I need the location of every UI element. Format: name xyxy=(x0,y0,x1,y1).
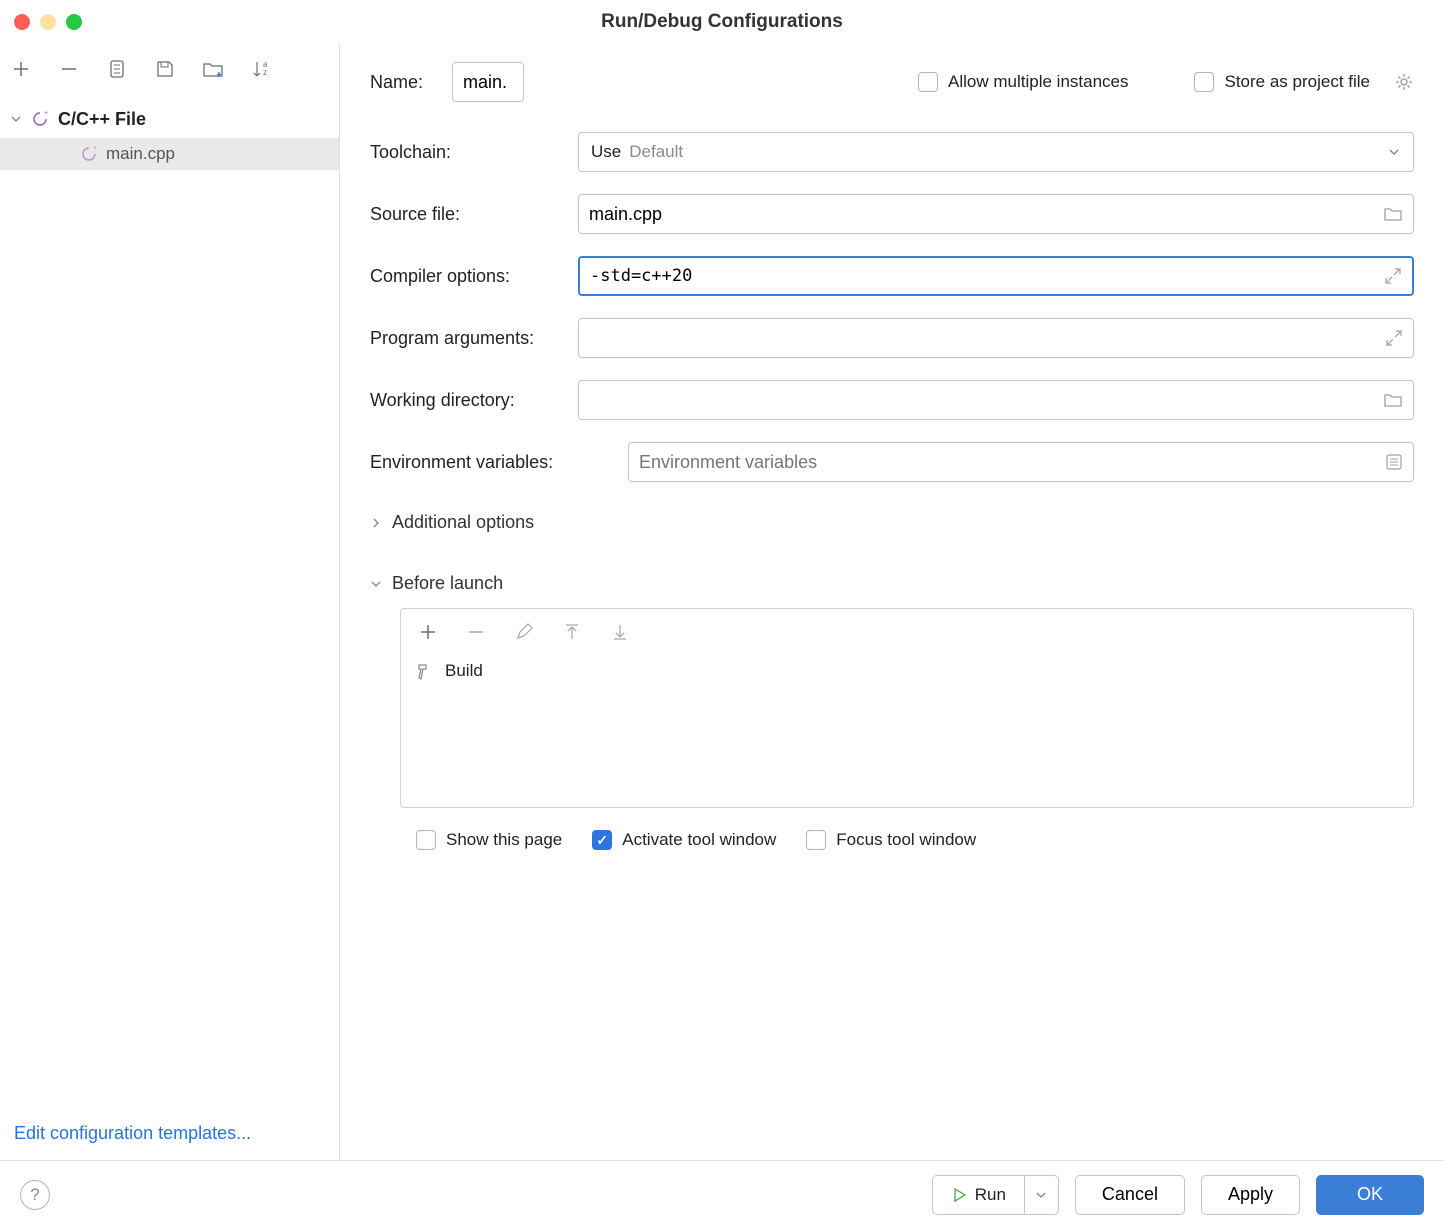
remove-task-icon[interactable] xyxy=(463,619,489,645)
cpp-file-icon: + xyxy=(80,144,100,164)
save-config-icon[interactable] xyxy=(152,56,178,82)
store-project-checkbox[interactable]: Store as project file xyxy=(1194,72,1370,92)
toolchain-value: Default xyxy=(629,142,683,162)
compiler-options-label: Compiler options: xyxy=(370,266,560,287)
cpp-file-icon: + xyxy=(30,108,52,130)
svg-text:z: z xyxy=(263,68,267,77)
store-project-label: Store as project file xyxy=(1224,72,1370,92)
before-launch-section[interactable]: Before launch xyxy=(370,573,1414,594)
checkbox-icon xyxy=(592,830,612,850)
show-page-label: Show this page xyxy=(446,830,562,850)
before-launch-label: Before launch xyxy=(392,573,503,594)
gear-icon[interactable] xyxy=(1394,72,1414,92)
source-file-input[interactable] xyxy=(589,204,1403,225)
sidebar: az + C/C++ File + main.cpp Edit configur… xyxy=(0,44,340,1160)
env-vars-wrapper xyxy=(628,442,1414,482)
allow-multiple-label: Allow multiple instances xyxy=(948,72,1128,92)
chevron-down-icon xyxy=(370,578,384,590)
copy-config-icon[interactable] xyxy=(104,56,130,82)
list-icon[interactable] xyxy=(1385,453,1403,471)
svg-text:+: + xyxy=(93,145,97,152)
focus-tool-label: Focus tool window xyxy=(836,830,976,850)
toolchain-label: Toolchain: xyxy=(370,142,560,163)
focus-tool-checkbox[interactable]: Focus tool window xyxy=(806,830,976,850)
expand-icon[interactable] xyxy=(1384,267,1402,285)
tree-group[interactable]: + C/C++ File xyxy=(0,104,339,134)
allow-multiple-checkbox[interactable]: Allow multiple instances xyxy=(918,72,1128,92)
sidebar-toolbar: az xyxy=(0,44,339,94)
svg-text:+: + xyxy=(44,110,48,117)
run-label: Run xyxy=(975,1185,1006,1205)
checkbox-icon xyxy=(416,830,436,850)
form-panel: Name: Allow multiple instances Store as … xyxy=(340,44,1444,1160)
caret-down-icon xyxy=(10,113,24,125)
sort-alpha-icon[interactable]: az xyxy=(248,56,274,82)
env-vars-label: Environment variables: xyxy=(370,452,610,473)
chevron-right-icon xyxy=(370,517,384,529)
edit-templates-link[interactable]: Edit configuration templates... xyxy=(0,1107,339,1160)
tree-group-label: C/C++ File xyxy=(58,109,146,130)
program-arguments-input[interactable] xyxy=(589,328,1403,349)
config-tree: + C/C++ File + main.cpp xyxy=(0,94,339,1107)
activate-tool-label: Activate tool window xyxy=(622,830,776,850)
checkbox-icon xyxy=(1194,72,1214,92)
move-up-icon[interactable] xyxy=(559,619,585,645)
compiler-options-wrapper xyxy=(578,256,1414,296)
activate-tool-checkbox[interactable]: Activate tool window xyxy=(592,830,776,850)
source-file-wrapper xyxy=(578,194,1414,234)
compiler-options-input[interactable] xyxy=(590,266,1402,286)
move-down-icon[interactable] xyxy=(607,619,633,645)
program-arguments-label: Program arguments: xyxy=(370,328,560,349)
toolchain-prefix: Use xyxy=(591,142,621,162)
add-task-icon[interactable] xyxy=(415,619,441,645)
chevron-down-icon xyxy=(1387,145,1401,159)
run-button[interactable]: Run xyxy=(932,1175,1025,1215)
window-title: Run/Debug Configurations xyxy=(0,11,1444,33)
name-label: Name: xyxy=(370,72,434,93)
before-launch-item[interactable]: Build xyxy=(401,655,1413,687)
checkbox-icon xyxy=(806,830,826,850)
footer: ? Run Cancel Apply OK xyxy=(0,1160,1444,1228)
expand-icon[interactable] xyxy=(1385,329,1403,347)
run-button-group: Run xyxy=(932,1175,1059,1215)
source-file-label: Source file: xyxy=(370,204,560,225)
edit-task-icon[interactable] xyxy=(511,619,537,645)
cancel-button[interactable]: Cancel xyxy=(1075,1175,1185,1215)
help-icon[interactable]: ? xyxy=(20,1180,50,1210)
name-input[interactable] xyxy=(452,62,524,102)
working-directory-wrapper xyxy=(578,380,1414,420)
remove-config-icon[interactable] xyxy=(56,56,82,82)
before-launch-item-label: Build xyxy=(445,661,483,681)
before-launch-panel: Build xyxy=(400,608,1414,808)
run-dropdown[interactable] xyxy=(1025,1175,1059,1215)
titlebar: Run/Debug Configurations xyxy=(0,0,1444,44)
before-launch-toolbar xyxy=(401,609,1413,655)
play-icon xyxy=(951,1187,967,1203)
toolchain-select[interactable]: Use Default xyxy=(578,132,1414,172)
tree-item[interactable]: + main.cpp xyxy=(0,138,339,170)
additional-options-label: Additional options xyxy=(392,512,534,533)
hammer-icon xyxy=(415,661,435,681)
additional-options-section[interactable]: Additional options xyxy=(370,512,1414,533)
show-page-checkbox[interactable]: Show this page xyxy=(416,830,562,850)
add-config-icon[interactable] xyxy=(8,56,34,82)
program-arguments-wrapper xyxy=(578,318,1414,358)
folder-icon[interactable] xyxy=(1383,205,1403,223)
checkbox-icon xyxy=(918,72,938,92)
apply-button[interactable]: Apply xyxy=(1201,1175,1300,1215)
working-directory-label: Working directory: xyxy=(370,390,560,411)
tree-item-label: main.cpp xyxy=(106,144,175,164)
env-vars-input[interactable] xyxy=(639,452,1403,473)
ok-button[interactable]: OK xyxy=(1316,1175,1424,1215)
working-directory-input[interactable] xyxy=(589,390,1403,411)
folder-plus-icon[interactable] xyxy=(200,56,226,82)
folder-icon[interactable] xyxy=(1383,391,1403,409)
